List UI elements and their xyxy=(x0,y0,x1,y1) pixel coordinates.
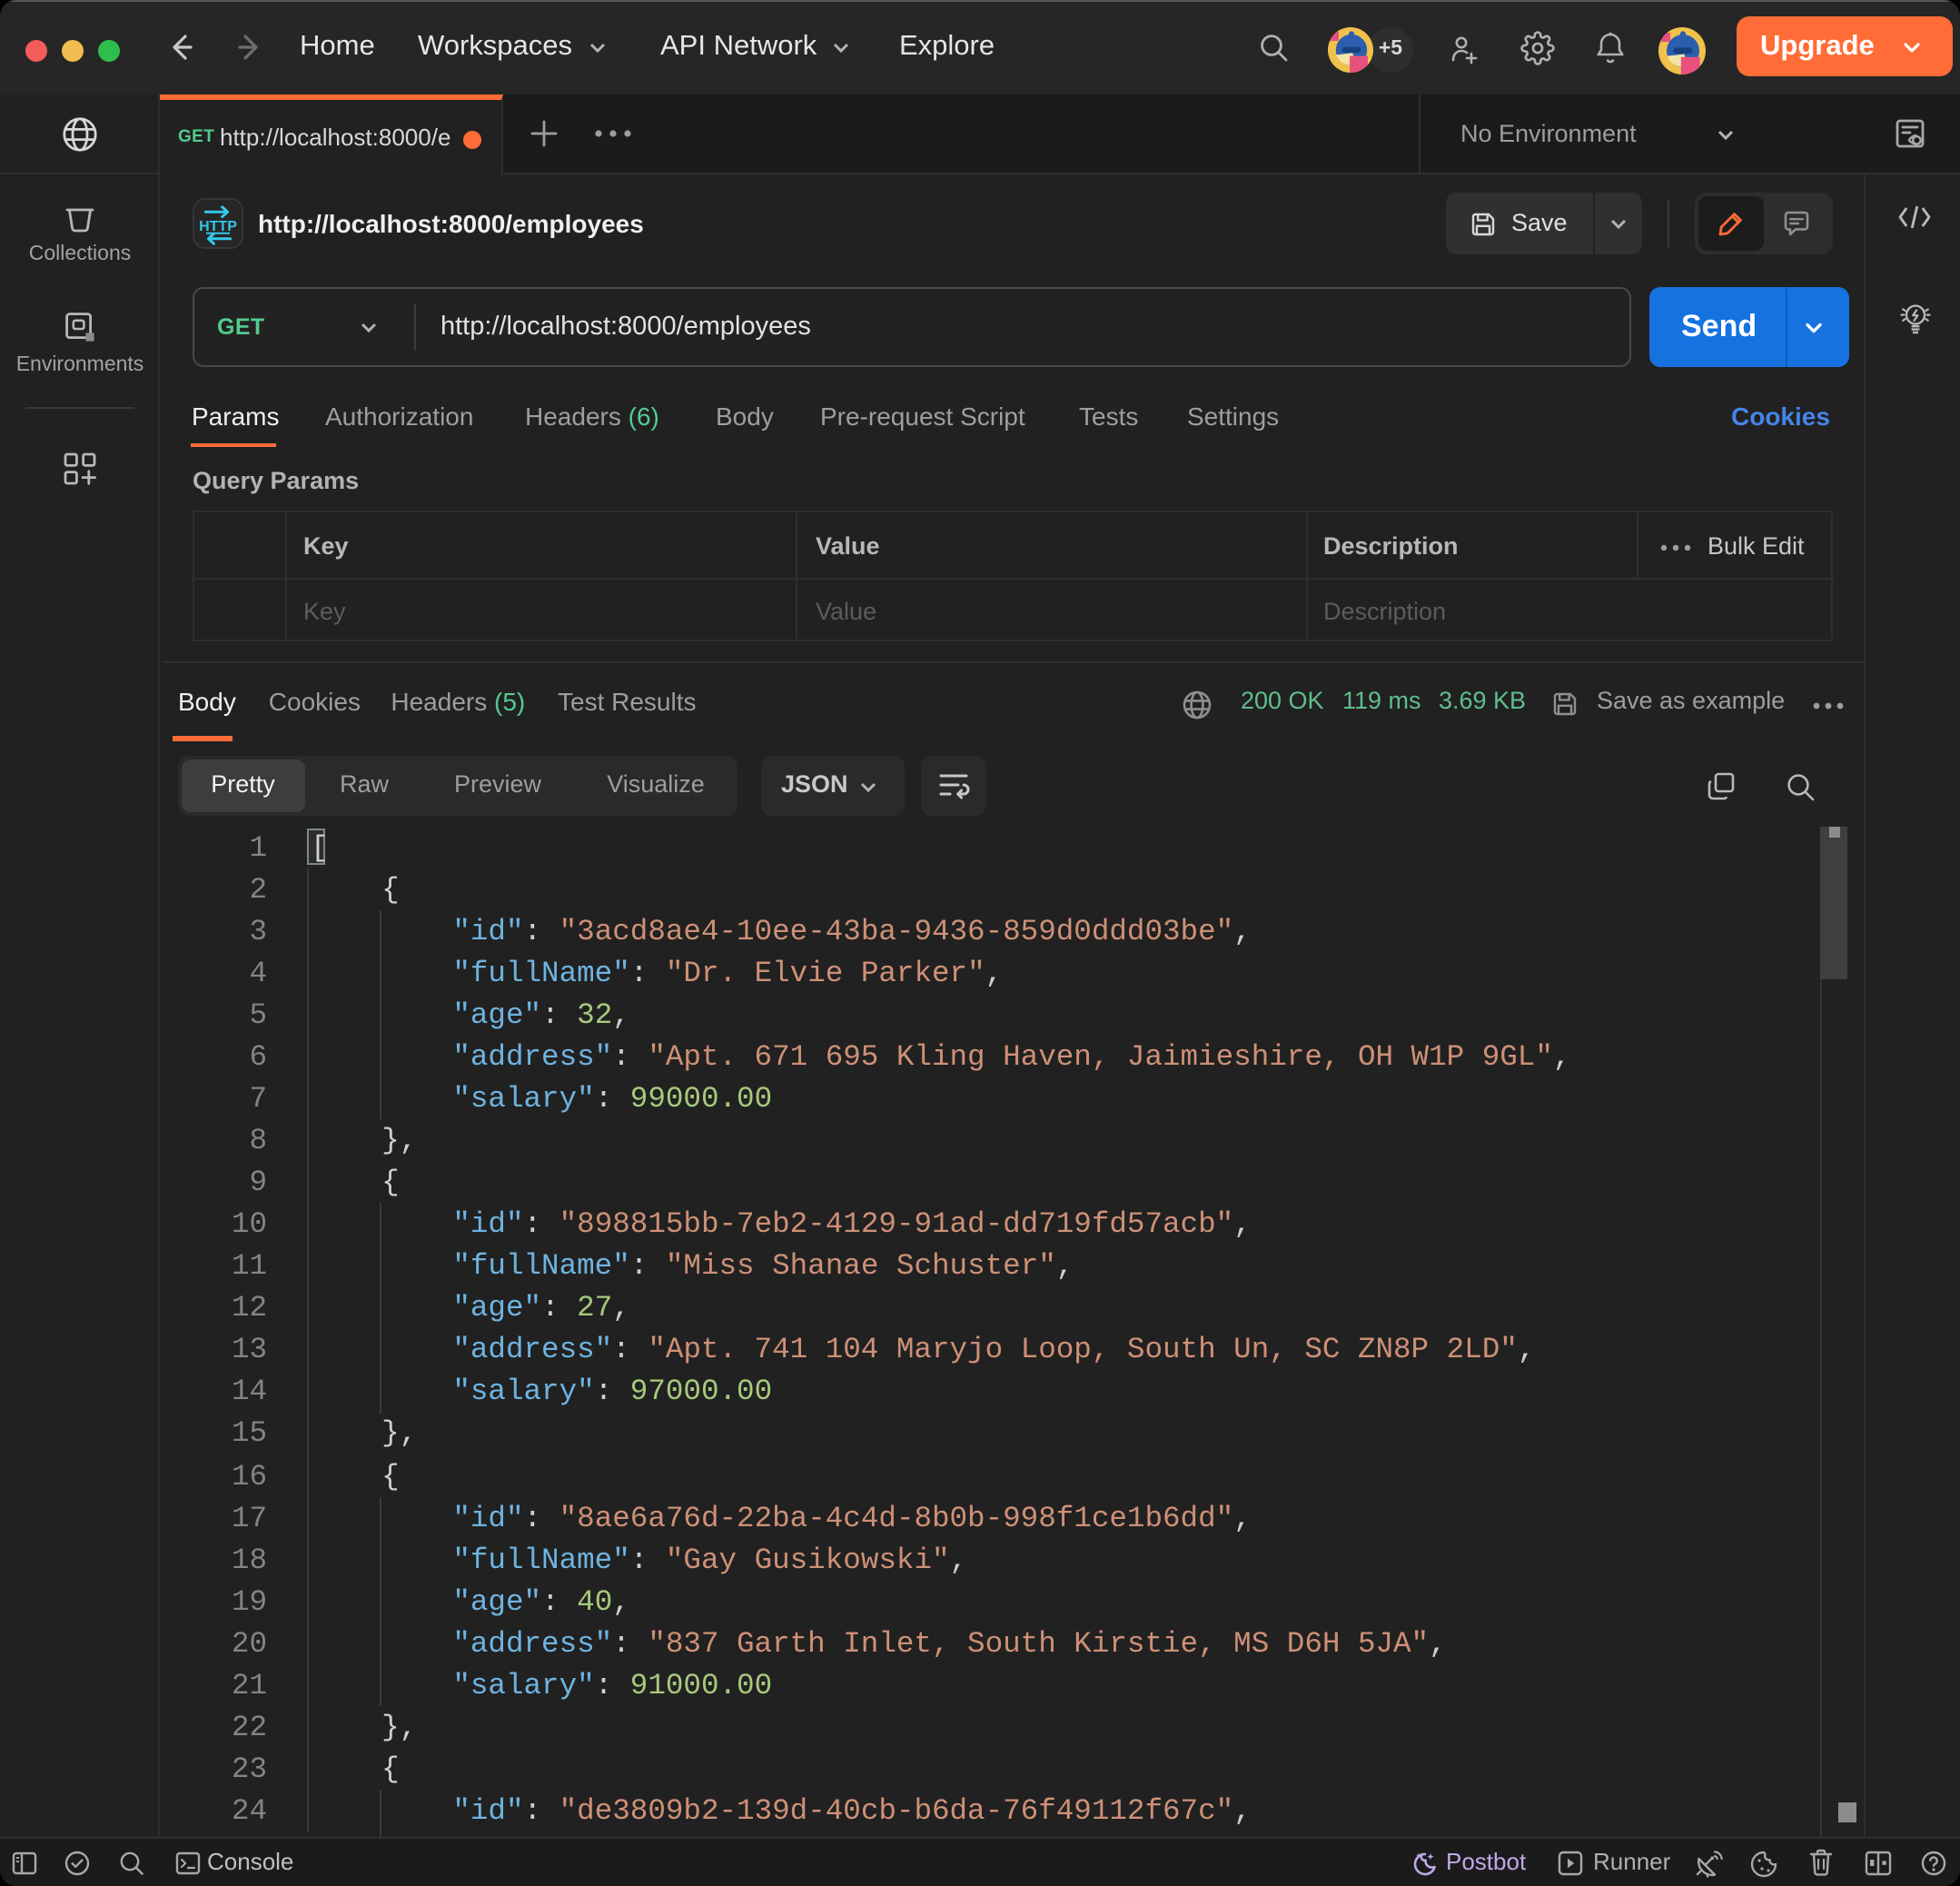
svg-text:HTTP: HTTP xyxy=(199,218,237,233)
